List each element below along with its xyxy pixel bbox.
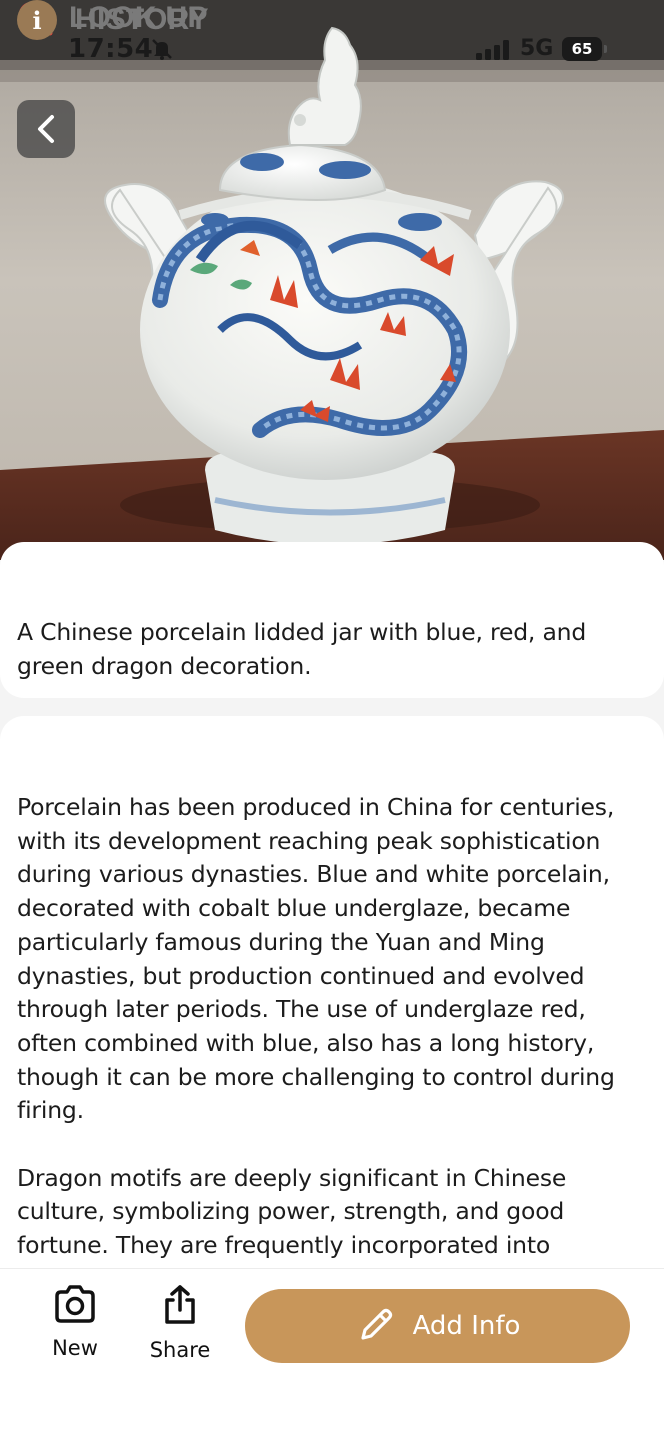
share-icon [165, 1285, 195, 1324]
share-button[interactable]: Share [140, 1284, 220, 1362]
new-label: New [52, 1336, 98, 1360]
signal-icon [476, 40, 510, 64]
chevron-left-icon [38, 115, 54, 143]
history-paragraph: Dragon motifs are deeply significant in … [17, 1163, 567, 1260]
history-header: i HISTORY [17, 0, 209, 40]
camera-icon [55, 1285, 95, 1323]
look-up-description: A Chinese porcelain lidded jar with blue… [17, 618, 587, 680]
history-body: Porcelain has been produced in China for… [17, 791, 647, 1261]
pencil-icon [360, 1308, 392, 1340]
add-info-label: Add Info [412, 1311, 521, 1341]
history-title: HISTORY [75, 3, 209, 36]
new-button[interactable]: New [40, 1284, 110, 1360]
add-info-button[interactable]: Add Info [245, 1289, 630, 1363]
bell-off-icon [150, 37, 174, 65]
back-button[interactable] [17, 100, 75, 158]
info-icon: i [17, 0, 57, 40]
share-label: Share [149, 1338, 211, 1362]
battery-indicator: 65 [562, 37, 607, 61]
network-type: 5G [520, 36, 554, 61]
history-paragraph: Porcelain has been produced in China for… [17, 793, 615, 1125]
